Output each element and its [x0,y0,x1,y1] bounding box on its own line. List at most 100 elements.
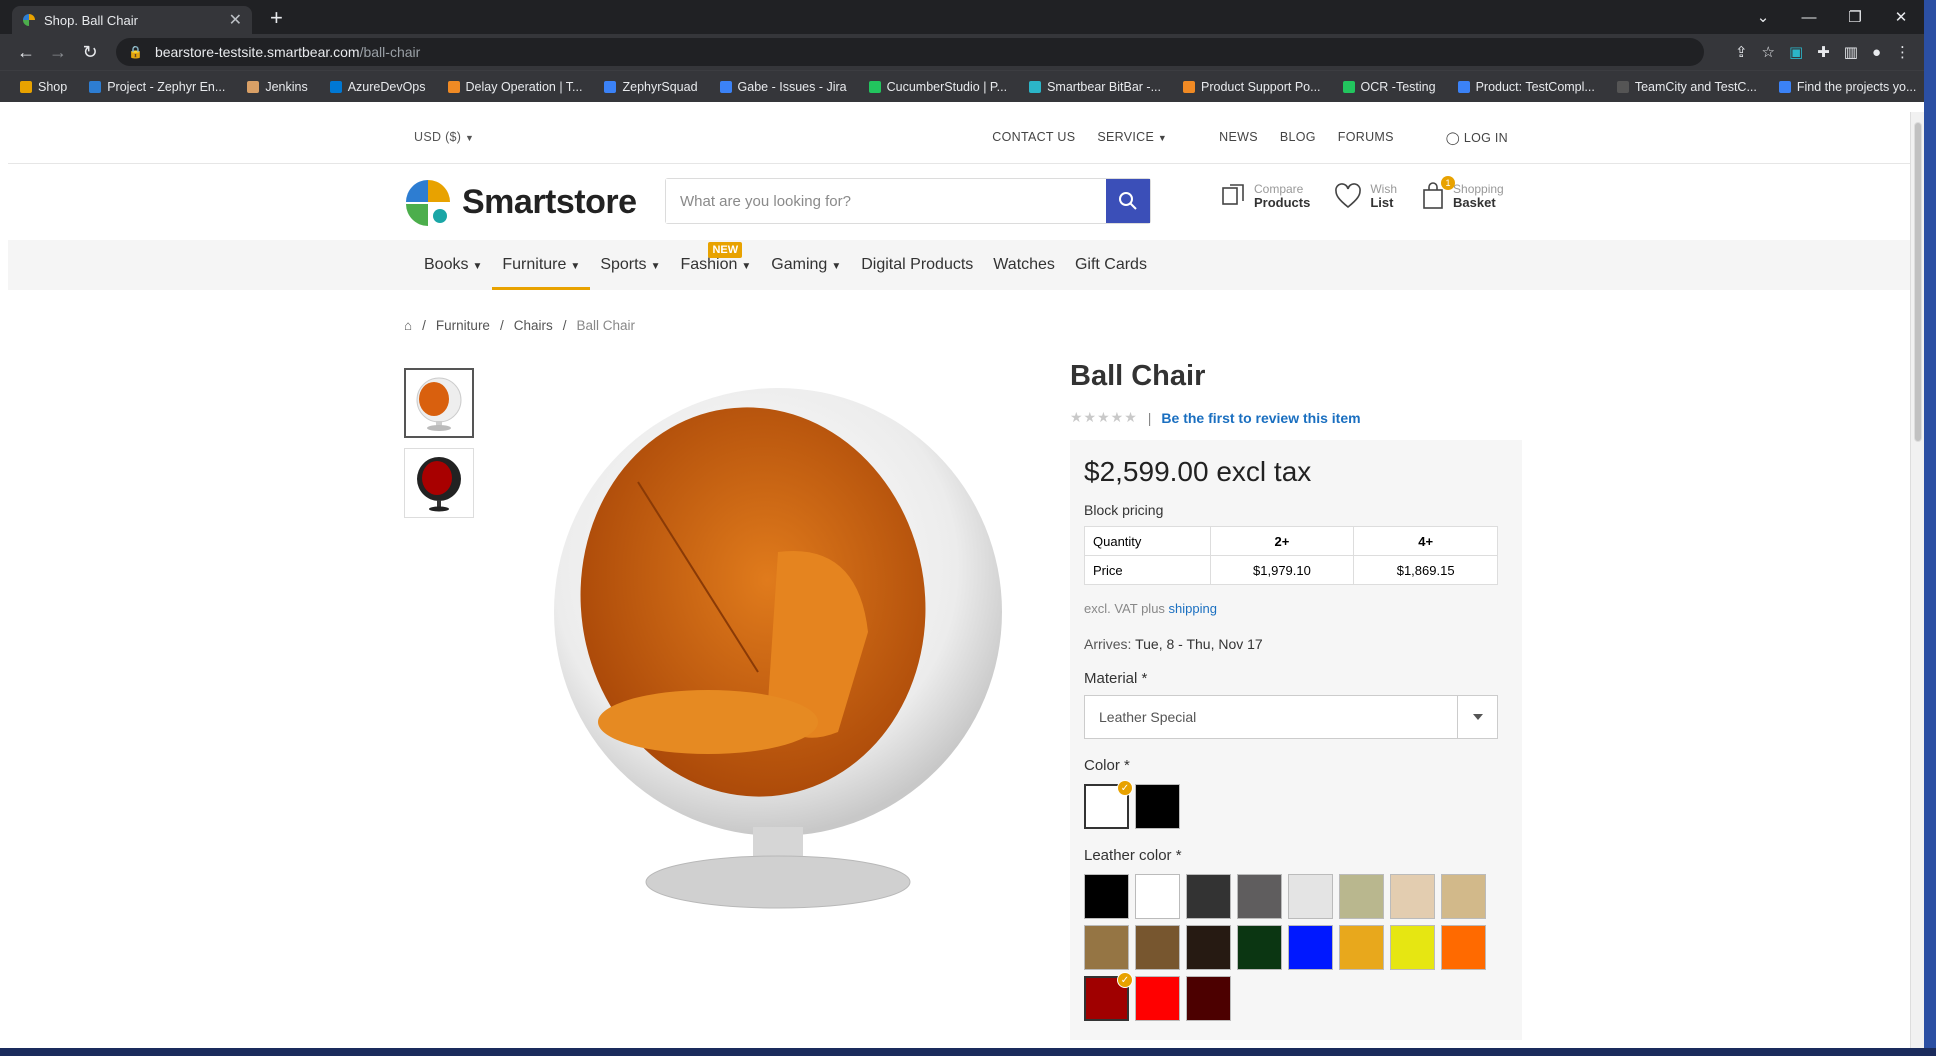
basket-bottom-label: Basket [1453,195,1496,210]
extension-icon[interactable]: ▣ [1789,43,1803,61]
breadcrumb-furniture[interactable]: Furniture [436,318,490,333]
nav-gaming[interactable]: Gaming ▼ [761,240,851,290]
shipping-link[interactable]: shipping [1169,601,1217,616]
share-icon[interactable]: ⇪ [1735,43,1748,61]
leather-color-swatch[interactable] [1186,874,1231,919]
leather-color-swatch[interactable] [1186,925,1231,970]
site-logo[interactable]: Smartstore [404,178,637,226]
color-swatch[interactable]: ✓ [1084,780,1133,829]
service-menu[interactable]: SERVICE ▼ [1097,130,1167,145]
search-button[interactable] [1106,179,1150,223]
leather-color-swatch[interactable] [1390,874,1435,919]
close-window-button[interactable]: ✕ [1878,8,1924,26]
bookmark-favicon-icon [1183,80,1196,93]
breadcrumb-chairs[interactable]: Chairs [514,318,553,333]
product-main-image[interactable] [538,372,1018,932]
bookmark-item[interactable]: Jenkins [247,80,308,94]
bookmark-item[interactable]: Product: TestCompl... [1457,80,1595,94]
leather-color-swatch[interactable] [1135,925,1180,970]
nav-books[interactable]: Books ▼ [414,240,492,290]
extensions-puzzle-icon[interactable]: ✚ [1817,43,1830,61]
wish-list-button[interactable]: Wish List [1334,182,1397,210]
scrollbar-thumb[interactable] [1914,122,1922,442]
bookmark-item[interactable]: Find the projects yo... [1778,80,1916,94]
color-swatch[interactable] [1135,784,1180,829]
back-icon[interactable]: ← [10,42,42,63]
lock-icon: 🔒 [128,45,143,59]
bookmark-star-icon[interactable]: ☆ [1762,43,1775,61]
nav-furniture[interactable]: Furniture ▼ [492,240,591,290]
leather-color-swatch[interactable] [1339,874,1384,919]
bookmark-item[interactable]: OCR -Testing [1342,80,1436,94]
thumbnail-white-chair[interactable] [404,368,474,438]
material-select[interactable]: Leather Special [1084,695,1498,739]
nav-digital-products[interactable]: Digital Products [851,240,983,290]
leather-color-swatch[interactable] [1339,925,1384,970]
nav-gift-cards[interactable]: Gift Cards [1065,240,1157,290]
nav-watches[interactable]: Watches [983,240,1065,290]
leather-color-swatch[interactable] [1135,976,1180,1021]
table-row: Quantity 2+ 4+ [1084,526,1498,556]
leather-color-swatch[interactable] [1237,874,1282,919]
side-panel-icon[interactable]: ▥ [1844,43,1858,61]
leather-color-swatch[interactable] [1135,874,1180,919]
bookmark-item[interactable]: Gabe - Issues - Jira [719,80,847,94]
profile-icon[interactable]: ● [1872,44,1881,61]
thumbnail-black-chair[interactable] [404,448,474,518]
contact-us-link[interactable]: CONTACT US [992,130,1075,145]
forward-icon[interactable]: → [42,42,74,63]
leather-color-swatch[interactable] [1288,874,1333,919]
news-link[interactable]: NEWS [1219,130,1258,145]
selected-check-icon: ✓ [1117,972,1133,988]
bookmark-item[interactable]: Project - Zephyr En... [89,80,225,94]
leather-color-swatch[interactable] [1441,925,1486,970]
bookmark-item[interactable]: ZephyrSquad [604,79,698,94]
bookmark-item[interactable]: Smartbear BitBar -... [1029,80,1161,94]
write-review-link[interactable]: Be the first to review this item [1161,410,1360,426]
leather-color-swatch[interactable] [1084,874,1129,919]
url-host: bearstore-testsite.smartbear.com [154,44,360,60]
leather-color-swatch[interactable] [1441,874,1486,919]
currency-selector[interactable]: USD ($) ▼ [414,130,474,144]
home-icon[interactable]: ⌂ [404,318,412,333]
tab-search-icon[interactable]: ⌄ [1740,8,1786,26]
bookmark-favicon-icon [447,80,460,93]
leather-color-swatch[interactable] [1084,925,1129,970]
reload-icon[interactable]: ↻ [74,42,106,63]
bookmark-item[interactable]: Product Support Po... [1183,80,1321,94]
nav-sports[interactable]: Sports ▼ [590,240,670,290]
compare-products-button[interactable]: Compare Products [1220,182,1310,210]
purchase-panel: $2,599.00 excl tax Block pricing Quantit… [1070,440,1522,1040]
wish-top-label: Wish [1370,182,1398,196]
leather-color-swatch[interactable] [1186,976,1231,1021]
bookmark-item[interactable]: Shop [20,80,67,94]
bookmark-label: ZephyrSquad [622,79,698,94]
leather-color-swatch[interactable] [1390,925,1435,970]
new-tab-button[interactable]: + [270,7,283,29]
bookmark-item[interactable]: Delay Operation | T... [447,80,582,94]
leather-color-swatch[interactable]: ✓ [1084,972,1133,1021]
close-tab-icon[interactable]: ✕ [229,10,242,30]
login-link[interactable]: ◯ LOG IN [1446,130,1508,145]
nav-fashion[interactable]: Fashion ▼ NEW [670,240,761,290]
login-label: LOG IN [1463,131,1508,145]
address-bar[interactable]: 🔒 bearstore-testsite.smartbear.com/ball-… [116,38,1704,66]
browser-tab[interactable]: Shop. Ball Chair ✕ [12,6,252,34]
page-scrollbar[interactable] [1910,112,1924,1048]
leather-color-swatch[interactable] [1237,925,1282,970]
minimize-button[interactable]: — [1786,9,1832,26]
basket-count-badge: 1 [1441,176,1456,190]
search-input[interactable] [666,179,1106,223]
blog-link[interactable]: BLOG [1280,130,1316,145]
bookmark-item[interactable]: TeamCity and TestC... [1616,80,1757,94]
leather-color-swatch[interactable] [1288,925,1333,970]
menu-icon[interactable]: ⋮ [1895,43,1910,61]
nav-label: Books [424,256,469,273]
rating-stars: ★★★★★ [1070,409,1138,425]
restore-button[interactable]: ❐ [1832,8,1878,26]
forums-link[interactable]: FORUMS [1338,130,1394,145]
bookmark-item[interactable]: AzureDevOps [329,80,426,94]
shopping-basket-button[interactable]: 1 Shopping Basket [1421,176,1504,210]
bookmark-item[interactable]: CucumberStudio | P... [868,80,1007,94]
table-cell: $1,979.10 [1209,555,1355,585]
